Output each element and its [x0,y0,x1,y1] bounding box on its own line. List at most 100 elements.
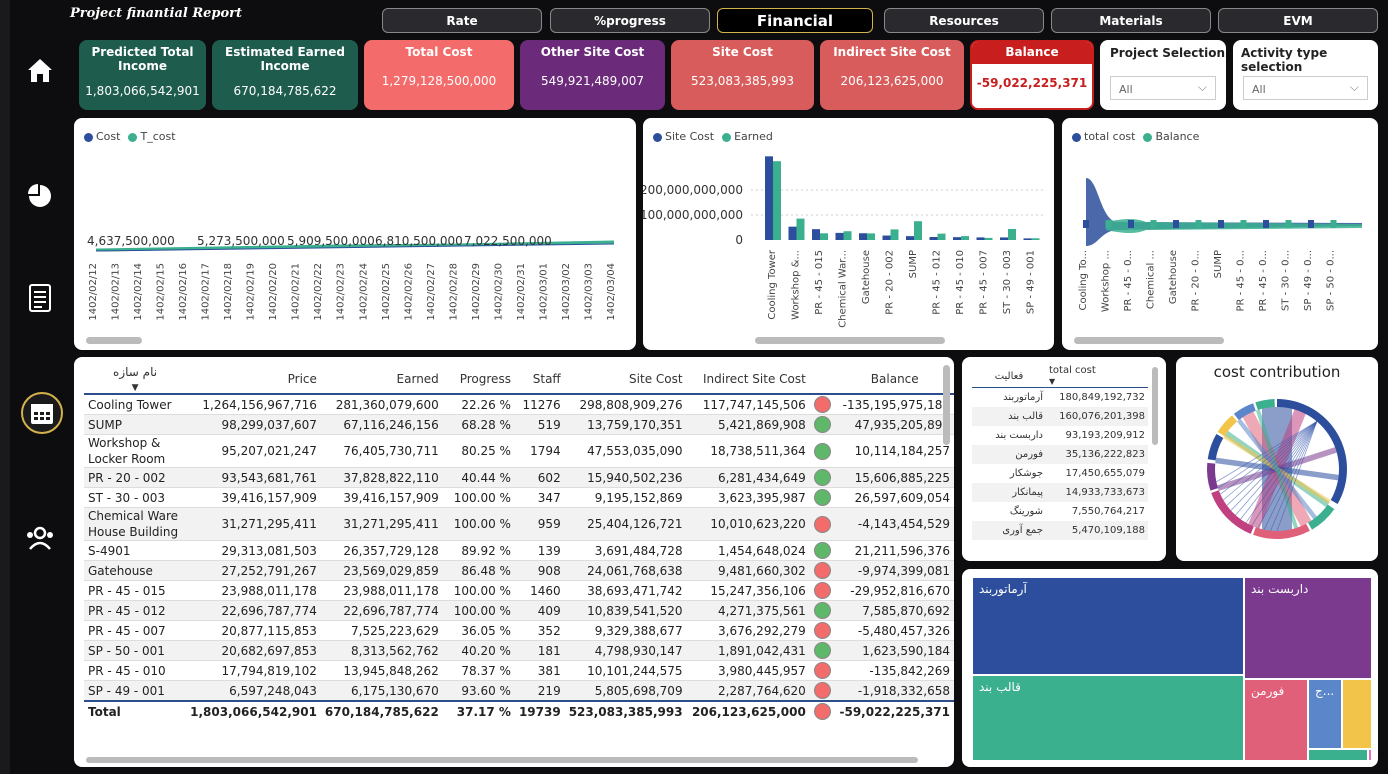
home-icon[interactable] [24,54,56,86]
activity-name: فورمن [1015,449,1043,460]
table-total-row[interactable]: Total 1,803,066,542,901 670,184,785,622 37.… [84,700,954,721]
bar-site-cost [953,237,961,240]
cell-progress: 93.60 % [442,680,515,702]
activity-total-cost: 180,849,192,732 [1059,392,1145,403]
list-item[interactable]: آرماتوربند 180,849,192,732 [972,388,1148,408]
vertical-scrollbar[interactable] [943,365,950,445]
bar-earned [820,233,828,240]
table-row[interactable]: PR - 20 - 002 93,543,681,761 37,828,822,11… [84,467,954,488]
cell-progress: 86.48 % [442,560,515,581]
cost-contribution-chart[interactable]: cost contribution [1176,357,1378,561]
list-item[interactable]: قالب بند 160,076,201,398 [972,407,1148,426]
table-row[interactable]: SUMP 98,299,037,607 67,116,246,156 68.28 % 5… [84,414,954,435]
x-tick-label: 1402/02/24 [358,263,369,321]
horizontal-scrollbar[interactable] [755,337,945,344]
column-header-total-cost[interactable]: total cost ▼ [1046,365,1148,388]
table-row[interactable]: Gatehouse 27,252,791,267 23,569,029,859 86.… [84,560,954,581]
calendar-icon[interactable] [21,392,63,434]
table-row[interactable]: SP - 49 - 001 6,597,248,043 6,175,130,670 9… [84,680,954,702]
column-header-activity[interactable]: فعالیت [972,365,1046,388]
team-icon[interactable] [24,522,56,554]
treemap-tile[interactable]: قالب بند [972,675,1244,761]
activity-name: جمع آوری [1002,525,1043,536]
status-indicator-icon [813,642,831,659]
list-item[interactable]: جوشکار 17,450,655,079 [972,464,1148,483]
report-icon[interactable] [24,282,56,314]
table-row[interactable]: SP - 50 - 001 20,682,697,853 8,313,562,762… [84,640,954,661]
treemap-tile[interactable] [1308,749,1368,761]
horizontal-scrollbar[interactable] [86,757,918,763]
horizontal-scrollbar[interactable] [86,337,142,344]
activity-type-dropdown[interactable]: All ⌵ [1243,76,1368,100]
table-row[interactable]: PR - 45 - 010 17,794,819,102 13,945,848,26… [84,660,954,681]
column-header-name[interactable]: نام سازه ▼ [84,365,187,395]
tab-evm[interactable]: EVM [1218,8,1378,33]
kpi-value: 523,083,385,993 [690,74,795,88]
x-tick-label: 1402/02/22 [313,263,324,321]
activity-total-cost: 160,076,201,398 [1059,411,1145,422]
table-row[interactable]: S-4901 29,313,081,503 26,357,729,128 89.92 … [84,540,954,561]
table-row[interactable]: PR - 45 - 007 20,877,115,853 7,525,223,629… [84,620,954,641]
kpi-label: Predicted Total Income [91,45,194,73]
treemap-tile[interactable] [1342,679,1372,749]
treemap-tile[interactable]: داربست بند [1244,577,1372,679]
list-item[interactable]: پیمانکار 14,933,733,673 [972,483,1148,502]
cell-staff: 139 [514,540,565,561]
cell-indirect: 206,123,625,000 [686,700,810,721]
kpi-value: 206,123,625,000 [840,74,944,88]
cost-line-chart[interactable]: Cost T_cost 4,637,500,000 5,273,500,000 5,… [74,118,636,350]
table-row[interactable]: ST - 30 - 003 39,416,157,909 39,416,157,90… [84,487,954,508]
table-row[interactable]: Cooling Tower 1,264,156,967,716 281,360,07… [84,394,954,415]
horizontal-scrollbar[interactable] [1074,337,1224,344]
data-label: 5,909,500,000 [287,234,375,248]
treemap-tile[interactable]: فورمن [1244,679,1308,761]
bar-earned [961,236,969,240]
column-header-progress[interactable]: Progress [442,365,515,395]
total-cost-ribbon-chart[interactable]: total cost Balance Cooling To... Workshop… [1062,118,1378,350]
table-row[interactable]: Chemical Ware House Building 31,271,295,4… [84,507,954,541]
x-tick-label: SUMP [1213,250,1224,278]
x-tick-label: Gatehouse [861,250,872,304]
x-tick-label: 1402/02/19 [246,263,257,321]
sidebar [10,40,70,774]
cell-status [809,507,836,541]
treemap-tile[interactable] [1368,749,1372,761]
pie-chart-icon[interactable] [24,180,56,212]
column-header-site-cost[interactable]: Site Cost [564,365,687,395]
tab-progress[interactable]: %progress [550,8,710,33]
bar-earned [1031,238,1040,240]
vertical-scrollbar[interactable] [1152,367,1158,445]
table-row[interactable]: PR - 45 - 015 23,988,011,178 23,988,011,17… [84,580,954,601]
tab-materials[interactable]: Materials [1051,8,1211,33]
data-label: 6,810,500,000 [375,234,463,248]
cell-staff: 219 [514,680,565,702]
list-item[interactable]: داربست بند 93,193,209,912 [972,426,1148,445]
cell-site: 10,101,244,575 [564,660,687,681]
cell-progress: 100.00 % [442,600,515,621]
column-header-staff[interactable]: Staff [514,365,565,395]
list-item[interactable]: جمع آوری 5,470,109,188 [972,521,1148,540]
data-label: 5,273,500,000 [197,234,285,248]
cell-status [809,600,836,621]
column-header-price[interactable]: Price [186,365,321,395]
cell-balance: -135,195,975,182 [835,394,954,415]
tab-financial[interactable]: Financial [717,8,873,33]
bar-earned [1008,228,1016,240]
kpi-value: 1,279,128,500,000 [381,74,497,88]
site-cost-bar-chart[interactable]: Site Cost Earned 200,000,000,000 100,000,… [643,118,1054,350]
column-header-indirect-site-cost[interactable]: Indirect Site Cost [686,365,810,395]
column-header-earned[interactable]: Earned [320,365,443,395]
list-item[interactable]: فورمن 35,136,222,823 [972,445,1148,464]
column-header-balance[interactable]: Balance [835,365,954,395]
treemap-tile[interactable]: آرماتوربند [972,577,1244,675]
table-row[interactable]: Workshop & Locker Room 95,207,021,247 76,4… [84,434,954,468]
treemap-tile[interactable]: ج... [1308,679,1342,749]
cell-balance: 7,585,870,692 [835,600,954,621]
project-selection-dropdown[interactable]: All ⌵ [1110,76,1216,100]
tab-resources[interactable]: Resources [884,8,1044,33]
list-item[interactable]: شورینگ 7,550,764,217 [972,502,1148,521]
slicer-value: All [1252,83,1266,96]
chord-diagram-canvas [1207,399,1347,539]
tab-rate[interactable]: Rate [382,8,542,33]
table-row[interactable]: PR - 45 - 012 22,696,787,774 22,696,787,77… [84,600,954,621]
